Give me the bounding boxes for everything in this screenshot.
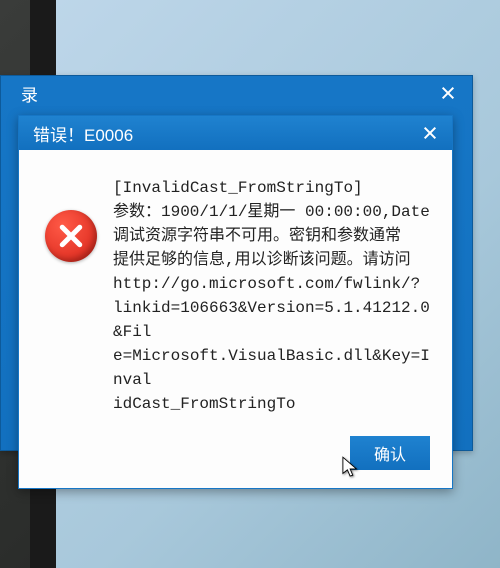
error-dialog: 错误！E0006 [InvalidCast_FromStringTo] 参数：1…: [18, 115, 453, 489]
login-titlebar: 录: [1, 76, 472, 110]
error-message: [InvalidCast_FromStringTo] 参数：1900/1/1/星…: [103, 176, 430, 416]
ok-button[interactable]: 确认: [350, 436, 430, 470]
error-titlebar: 错误！E0006: [19, 116, 452, 150]
error-body: [InvalidCast_FromStringTo] 参数：1900/1/1/星…: [19, 150, 452, 430]
error-icon: [45, 210, 97, 262]
error-actions: 确认: [19, 430, 452, 488]
close-icon[interactable]: [418, 121, 442, 145]
login-title: 录: [13, 81, 436, 106]
error-title: 错误！E0006: [33, 121, 418, 146]
close-icon[interactable]: [436, 81, 460, 105]
